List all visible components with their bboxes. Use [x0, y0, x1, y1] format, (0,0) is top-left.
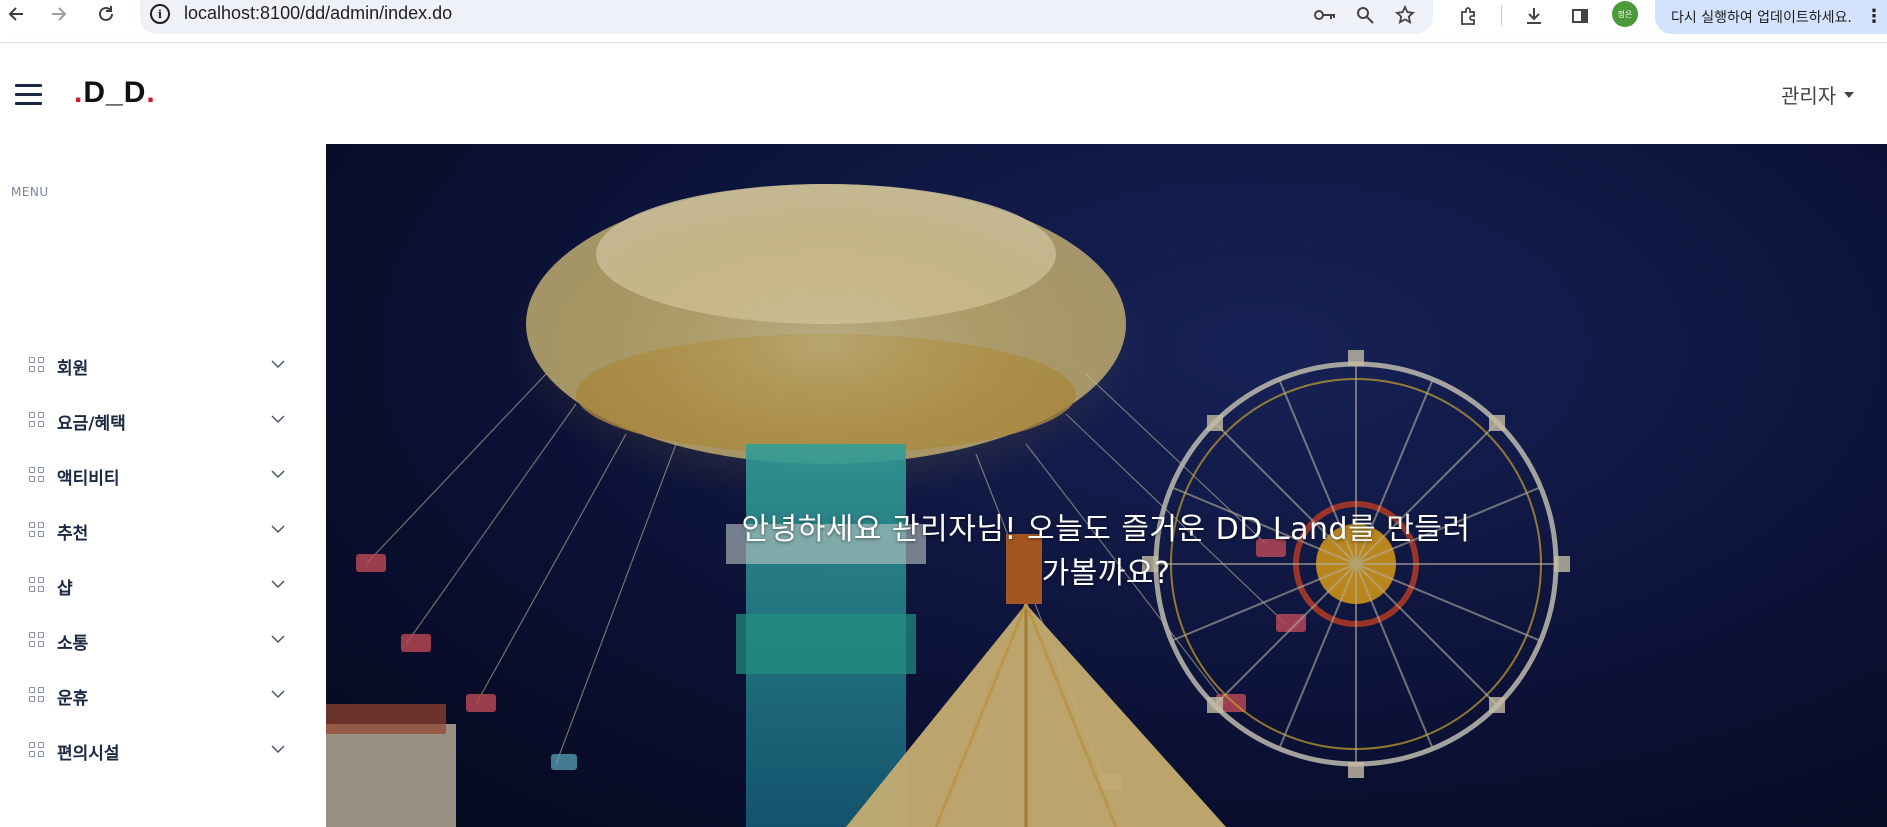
menu-heading: MENU: [11, 185, 49, 199]
chevron-down-icon: [271, 415, 285, 424]
grid-icon: [29, 687, 45, 703]
back-arrow-icon[interactable]: [3, 0, 31, 28]
logo-text: D_D: [83, 76, 147, 109]
caret-down-icon: [1844, 91, 1855, 98]
grid-icon: [29, 577, 45, 593]
chevron-down-icon: [271, 470, 285, 479]
sidebar-item-facilities[interactable]: 편의시설: [0, 728, 326, 772]
grid-icon: [29, 357, 45, 373]
grid-icon: [29, 467, 45, 483]
update-label: 다시 실행하여 업데이트하세요.: [1671, 10, 1852, 26]
sidebar-item-closure[interactable]: 운휴: [0, 673, 326, 717]
sidebar-item-communication[interactable]: 소통: [0, 618, 326, 662]
download-icon[interactable]: [1520, 2, 1548, 30]
toolbar-divider: [1501, 5, 1502, 25]
welcome-line-1: 안녕하세요 관리자님! 오늘도 즐거운 DD Land를 만들러: [741, 512, 1471, 547]
sidebar-item-member[interactable]: 회원: [0, 343, 326, 387]
sidebar-item-label: 소통: [57, 634, 89, 654]
key-icon[interactable]: [1312, 2, 1338, 28]
grid-icon: [29, 742, 45, 758]
reload-icon[interactable]: [92, 0, 120, 28]
forward-arrow-icon[interactable]: [44, 0, 72, 28]
sidebar-item-label: 회원: [57, 359, 89, 379]
grid-icon: [29, 632, 45, 648]
chevron-down-icon: [271, 690, 285, 699]
welcome-message: 안녕하세요 관리자님! 오늘도 즐거운 DD Land를 만들러 가볼까요?: [711, 508, 1501, 596]
sidebar-item-recommend[interactable]: 추천: [0, 508, 326, 552]
site-info-icon[interactable]: i: [150, 4, 170, 24]
side-panel-icon[interactable]: [1566, 2, 1594, 30]
sidebar-item-shop[interactable]: 샵: [0, 563, 326, 607]
sidebar-item-activity[interactable]: 액티비티: [0, 453, 326, 497]
hero-banner: 안녕하세요 관리자님! 오늘도 즐거운 DD Land를 만들러 가볼까요?: [326, 144, 1887, 827]
chevron-down-icon: [271, 525, 285, 534]
sidebar-item-label: 액티비티: [57, 469, 120, 489]
grid-icon: [29, 412, 45, 428]
bookmark-star-icon[interactable]: [1392, 2, 1418, 28]
sidebar-item-label: 운휴: [57, 689, 89, 709]
sidebar-item-label: 샵: [57, 579, 73, 599]
address-bar[interactable]: i localhost:8100/dd/admin/index.do: [140, 0, 1433, 34]
admin-dropdown[interactable]: 관리자: [1781, 80, 1855, 109]
welcome-line-2: 가볼까요?: [1041, 556, 1171, 591]
url-text[interactable]: localhost:8100/dd/admin/index.do: [184, 3, 452, 24]
extensions-icon[interactable]: [1455, 2, 1483, 30]
sidebar: MENU 회원 요금/혜택 액티비티 추천 샵 소통 운휴 편의시설: [0, 144, 326, 827]
chevron-down-icon: [271, 745, 285, 754]
browser-toolbar: i localhost:8100/dd/admin/index.do 정은 다시…: [0, 0, 1887, 43]
logo[interactable]: .D_D.: [74, 76, 156, 110]
update-button[interactable]: 다시 실행하여 업데이트하세요. ⋮: [1655, 0, 1887, 34]
more-menu-icon[interactable]: ⋮: [1865, 6, 1883, 27]
hero-overlay: [326, 144, 1887, 827]
chevron-down-icon: [271, 580, 285, 589]
hamburger-menu-icon[interactable]: [15, 84, 42, 106]
admin-label: 관리자: [1781, 84, 1837, 108]
sidebar-item-label: 요금/혜택: [57, 414, 126, 434]
sidebar-item-label: 편의시설: [57, 744, 120, 764]
app-header: .D_D. 관리자: [0, 44, 1887, 144]
sidebar-item-pricing[interactable]: 요금/혜택: [0, 398, 326, 442]
profile-avatar[interactable]: 정은: [1612, 1, 1638, 27]
profile-label: 정은: [1617, 9, 1633, 19]
chevron-down-icon: [271, 360, 285, 369]
chevron-down-icon: [271, 635, 285, 644]
grid-icon: [29, 522, 45, 538]
zoom-icon[interactable]: [1352, 2, 1378, 28]
sidebar-item-label: 추천: [57, 524, 89, 544]
